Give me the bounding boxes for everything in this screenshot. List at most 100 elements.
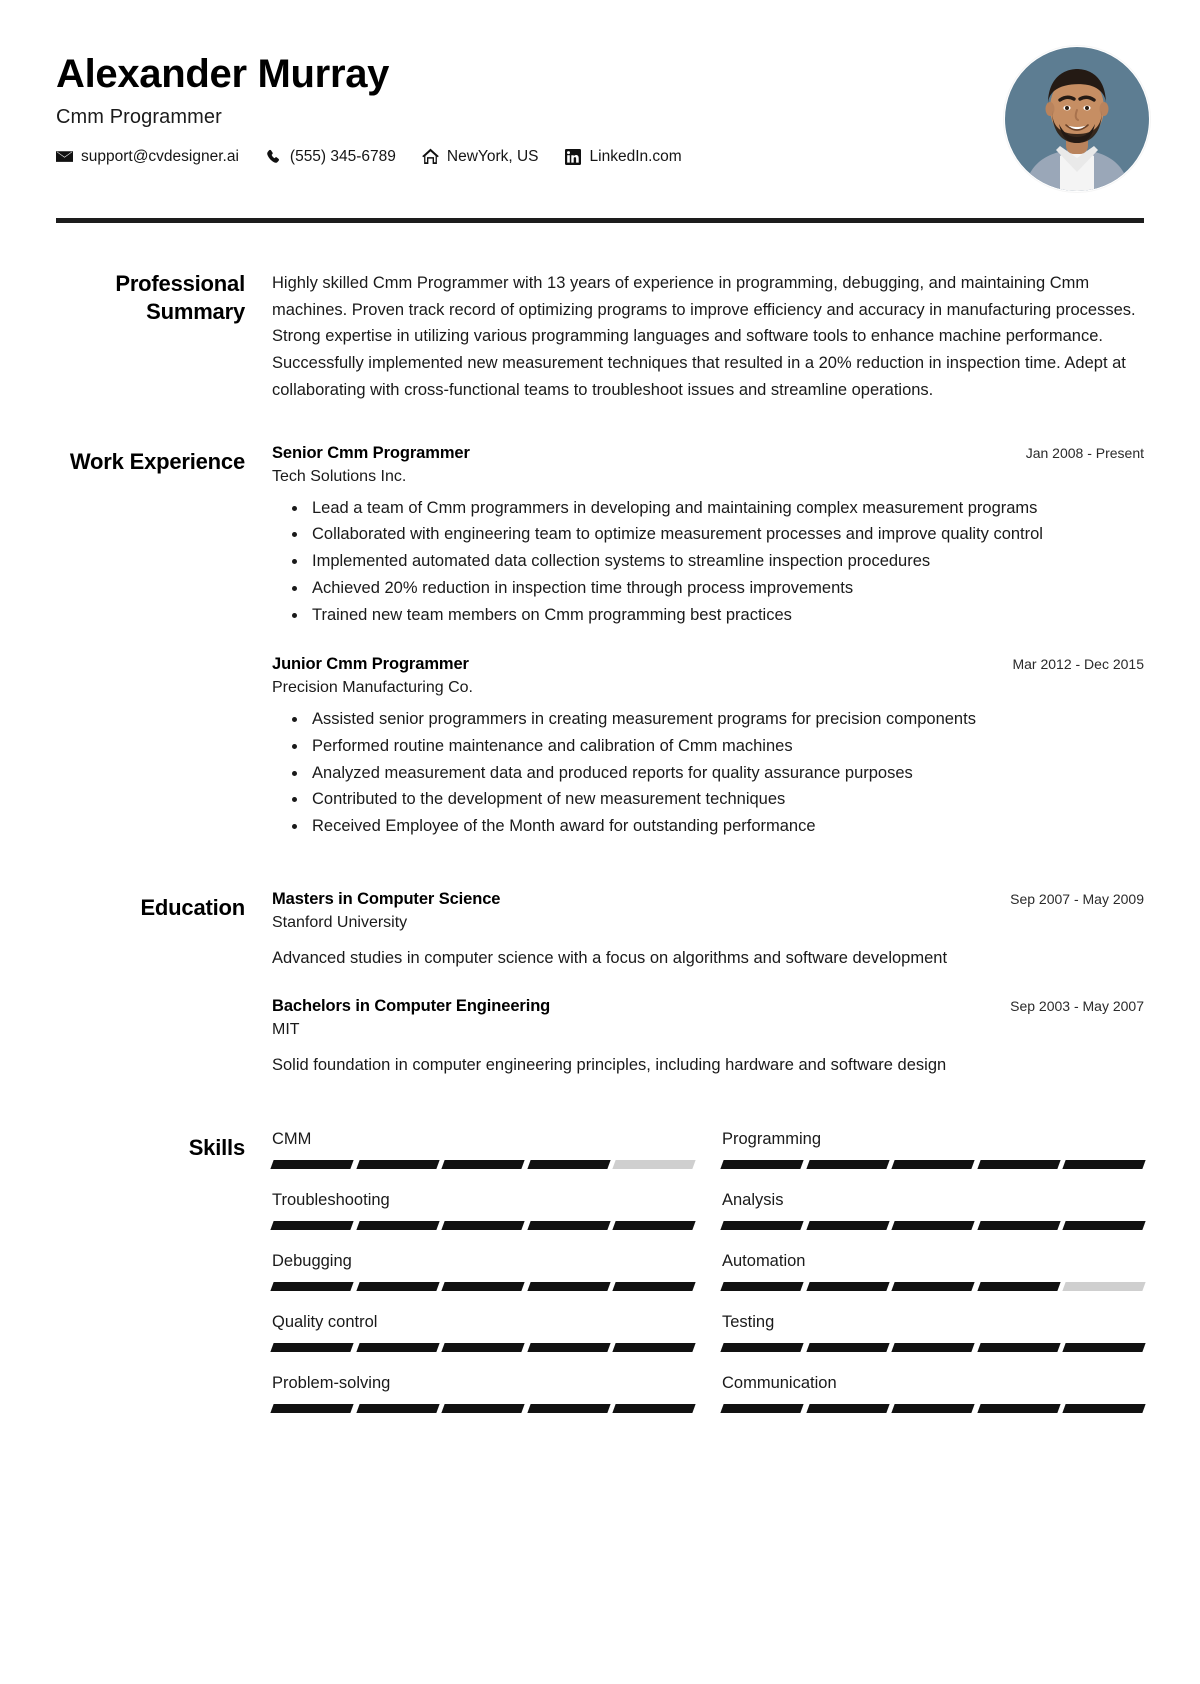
education-degree: Masters in Computer Science xyxy=(272,889,501,908)
section-skills: Skills CMM Programming Troubleshooting Anal… xyxy=(44,1130,1156,1475)
skill-bar-segment xyxy=(527,1404,611,1414)
skill-label: Analysis xyxy=(722,1191,784,1210)
skill-bar-segment xyxy=(612,1343,696,1353)
header-text-block: Alexander Murray Cmm Programmer support@… xyxy=(56,44,682,166)
header-divider xyxy=(56,218,1144,223)
skill-item: Testing xyxy=(720,1313,1146,1374)
work-entry-title: Senior Cmm Programmer xyxy=(272,443,470,462)
skill-level-bar xyxy=(270,1404,696,1414)
summary-text: Highly skilled Cmm Programmer with 13 ye… xyxy=(272,274,1136,399)
list-item: Performed routine maintenance and calibr… xyxy=(308,734,1144,760)
skill-bar-segment xyxy=(720,1282,804,1292)
skill-item: Troubleshooting xyxy=(270,1191,696,1252)
list-item: Achieved 20% reduction in inspection tim… xyxy=(308,576,1144,602)
education-description: Solid foundation in computer engineering… xyxy=(272,1056,947,1074)
skill-bar-segment xyxy=(977,1221,1061,1231)
work-entry-head: Junior Cmm Programmer Mar 2012 - Dec 2015 xyxy=(272,655,1144,674)
skill-level-bar xyxy=(270,1160,696,1170)
skill-bar-segment xyxy=(1062,1404,1146,1414)
skill-label: Problem-solving xyxy=(272,1374,391,1393)
skill-level-bar xyxy=(720,1404,1146,1414)
skill-bar-segment xyxy=(612,1282,696,1292)
section-heading-summary: Professional Summary xyxy=(115,271,245,325)
work-body: Senior Cmm Programmer Jan 2008 - Present T… xyxy=(272,444,1144,844)
section-heading-work: Work Experience xyxy=(69,448,245,474)
contact-item-home[interactable]: NewYork, US xyxy=(421,148,539,166)
list-item: Implemented automated data collection sy… xyxy=(308,549,1144,575)
skill-bar-segment xyxy=(270,1343,354,1353)
phone-icon xyxy=(265,148,282,165)
skill-bar-segment xyxy=(270,1282,354,1292)
skill-bar-segment xyxy=(977,1343,1061,1353)
skill-level-bar xyxy=(720,1343,1146,1353)
skill-bar-segment xyxy=(720,1404,804,1414)
contact-row: support@cvdesigner.ai (555) 345-6789 NewYo… xyxy=(56,148,682,166)
skill-bar-segment xyxy=(441,1404,525,1414)
skill-bar-segment xyxy=(527,1160,611,1170)
skill-bar-segment xyxy=(612,1404,696,1414)
work-entry: Junior Cmm Programmer Mar 2012 - Dec 2015… xyxy=(272,655,1144,840)
resume-page: Alexander Murray Cmm Programmer support@… xyxy=(0,0,1200,1684)
skill-label: Debugging xyxy=(272,1252,352,1271)
contact-item-linkedin[interactable]: LinkedIn.com xyxy=(565,148,682,166)
skill-level-bar xyxy=(270,1221,696,1231)
skill-level-bar xyxy=(270,1343,696,1353)
skill-bar-segment xyxy=(1062,1282,1146,1292)
home-icon xyxy=(421,148,439,165)
work-entry-company: Precision Manufacturing Co. xyxy=(272,679,473,697)
work-entry-bullets: Assisted senior programmers in creating … xyxy=(272,707,1144,840)
skill-label: Troubleshooting xyxy=(272,1191,390,1210)
email-icon xyxy=(56,148,73,165)
work-entry-date: Jan 2008 - Present xyxy=(1025,444,1144,461)
skill-level-bar xyxy=(720,1282,1146,1292)
education-entry-head: Bachelors in Computer Engineering Sep 200… xyxy=(272,997,1144,1016)
list-item: Analyzed measurement data and produced r… xyxy=(308,761,1144,787)
skill-bar-segment xyxy=(891,1160,975,1170)
work-entry-bullets: Lead a team of Cmm programmers in develo… xyxy=(272,496,1144,629)
work-entry-head: Senior Cmm Programmer Jan 2008 - Present xyxy=(272,444,1144,463)
work-entry-date: Mar 2012 - Dec 2015 xyxy=(1012,656,1144,673)
section-heading-skills: Skills xyxy=(188,1135,245,1161)
skill-bar-segment xyxy=(355,1160,439,1170)
section-work-experience: Work Experience Senior Cmm Programmer Jan… xyxy=(44,444,1156,844)
contact-text: support@cvdesigner.ai xyxy=(81,147,239,165)
skill-bar-segment xyxy=(805,1221,889,1231)
skill-bar-segment xyxy=(527,1343,611,1353)
job-title: Cmm Programmer xyxy=(56,105,222,128)
skill-bar-segment xyxy=(527,1221,611,1231)
skill-bar-segment xyxy=(270,1221,354,1231)
education-entry: Bachelors in Computer Engineering Sep 200… xyxy=(272,997,1144,1078)
skill-bar-segment xyxy=(977,1160,1061,1170)
education-school: MIT xyxy=(272,1021,300,1038)
work-entry: Senior Cmm Programmer Jan 2008 - Present T… xyxy=(272,444,1144,629)
education-date: Sep 2007 - May 2009 xyxy=(1010,890,1144,907)
skill-bar-segment xyxy=(355,1221,439,1231)
list-item: Received Employee of the Month award for… xyxy=(308,814,1144,840)
list-item: Trained new team members on Cmm programm… xyxy=(308,603,1144,629)
contact-item-phone[interactable]: (555) 345-6789 xyxy=(265,148,396,166)
resume-header: Alexander Murray Cmm Programmer support@… xyxy=(44,44,1156,192)
skill-bar-segment xyxy=(355,1343,439,1353)
contact-item-email[interactable]: support@cvdesigner.ai xyxy=(56,148,239,166)
linkedin-icon xyxy=(565,148,582,165)
education-entry-head: Masters in Computer Science Sep 2007 - Ma… xyxy=(272,890,1144,909)
skills-body: CMM Programming Troubleshooting Analysis Deb… xyxy=(270,1130,1146,1435)
skill-bar-segment xyxy=(612,1160,696,1170)
skill-bar-segment xyxy=(977,1404,1061,1414)
section-heading-education: Education xyxy=(140,894,245,920)
list-item: Assisted senior programmers in creating … xyxy=(308,707,1144,733)
skill-label: Testing xyxy=(722,1313,775,1332)
education-school: Stanford University xyxy=(272,913,408,931)
work-entry-title: Junior Cmm Programmer xyxy=(272,655,469,674)
work-entry-company: Tech Solutions Inc. xyxy=(272,467,407,485)
skills-grid: CMM Programming Troubleshooting Analysis Deb… xyxy=(270,1130,1146,1435)
section-professional-summary: Professional Summary Highly skilled Cmm … xyxy=(44,270,1156,404)
skill-bar-segment xyxy=(441,1282,525,1292)
education-date: Sep 2003 - May 2007 xyxy=(1010,998,1144,1014)
contact-text: LinkedIn.com xyxy=(589,147,682,165)
skill-bar-segment xyxy=(441,1221,525,1231)
skill-bar-segment xyxy=(805,1282,889,1292)
skill-item: Problem-solving xyxy=(270,1374,696,1435)
skill-bar-segment xyxy=(1062,1160,1146,1170)
list-item: Collaborated with engineering team to op… xyxy=(308,522,1144,548)
